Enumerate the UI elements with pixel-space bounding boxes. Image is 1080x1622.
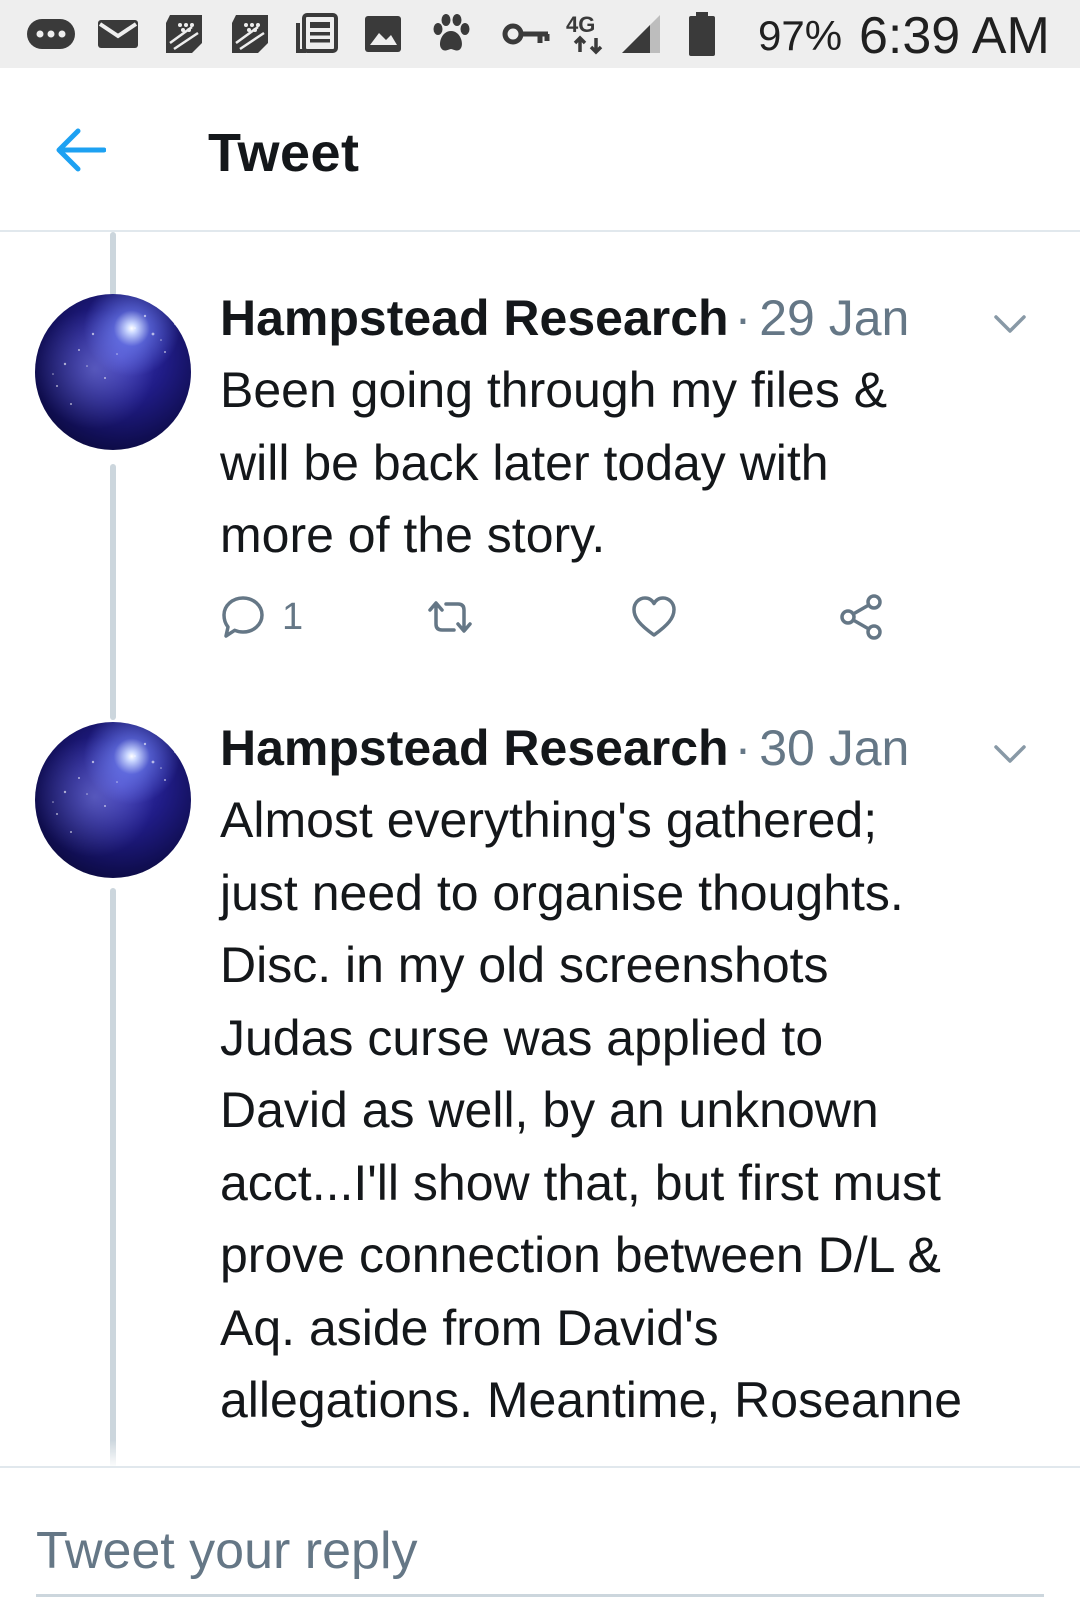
reply-button[interactable]: 1 xyxy=(220,587,303,647)
news-icon xyxy=(296,13,338,54)
author-name[interactable]: Hampstead Research xyxy=(220,720,729,776)
blackberry-icon-2 xyxy=(228,14,272,54)
share-icon xyxy=(840,594,882,640)
back-arrow-icon xyxy=(56,128,106,172)
share-button[interactable] xyxy=(836,587,886,647)
heart-icon xyxy=(632,596,676,637)
more-icon xyxy=(26,14,76,54)
tweet-text: Almost everything's gathered; just need … xyxy=(220,792,963,1428)
blackberry-icon xyxy=(162,14,206,54)
tweet-header: Hampstead Research · 30 Jan xyxy=(220,712,1060,784)
battery-percent: 97% xyxy=(758,12,843,59)
reply-count: 1 xyxy=(282,595,304,638)
paw-icon xyxy=(430,14,472,54)
avatar[interactable] xyxy=(35,294,191,450)
reply-input[interactable] xyxy=(36,1508,1044,1597)
tweet[interactable]: Hampstead Research · 30 Jan Almost everyth… xyxy=(220,712,1060,1437)
chevron-down-icon[interactable] xyxy=(990,734,1030,774)
tweet[interactable]: Hampstead Research · 29 Jan Been going thr… xyxy=(220,282,1060,572)
app-bar: Tweet xyxy=(0,68,1080,232)
network-4g-icon: 4G xyxy=(566,12,620,55)
thread-connector xyxy=(110,464,116,720)
signal-icon xyxy=(620,14,662,54)
scroll-fade xyxy=(0,1440,1080,1468)
tweet-date[interactable]: 29 Jan xyxy=(759,290,909,346)
status-bar: 4G 97% 6:39 AM xyxy=(0,0,1080,68)
retweet-icon xyxy=(428,601,472,633)
like-button[interactable] xyxy=(630,587,678,647)
tweet-text: Been going through my files & will be ba… xyxy=(220,362,888,563)
key-icon xyxy=(502,14,550,54)
back-button[interactable] xyxy=(48,118,112,182)
reply-bar xyxy=(0,1466,1080,1622)
retweet-button[interactable] xyxy=(424,587,476,647)
author-name[interactable]: Hampstead Research xyxy=(220,290,729,346)
tweet-actions: 1 xyxy=(220,587,940,647)
reply-icon xyxy=(222,596,264,638)
thread-connector xyxy=(110,888,116,1468)
tweet-date[interactable]: 30 Jan xyxy=(759,720,909,776)
tweet-header: Hampstead Research · 29 Jan xyxy=(220,282,1060,354)
avatar[interactable] xyxy=(35,722,191,878)
image-icon xyxy=(364,14,402,54)
status-clock: 6:39 AM xyxy=(859,7,1050,65)
thread-connector xyxy=(110,232,116,296)
battery-icon xyxy=(688,12,716,56)
page-title: Tweet xyxy=(208,123,360,183)
chevron-down-icon[interactable] xyxy=(990,304,1030,344)
mail-icon xyxy=(96,14,140,54)
separator: · xyxy=(734,290,752,346)
network-label: 4G xyxy=(566,12,595,37)
separator: · xyxy=(734,720,752,776)
